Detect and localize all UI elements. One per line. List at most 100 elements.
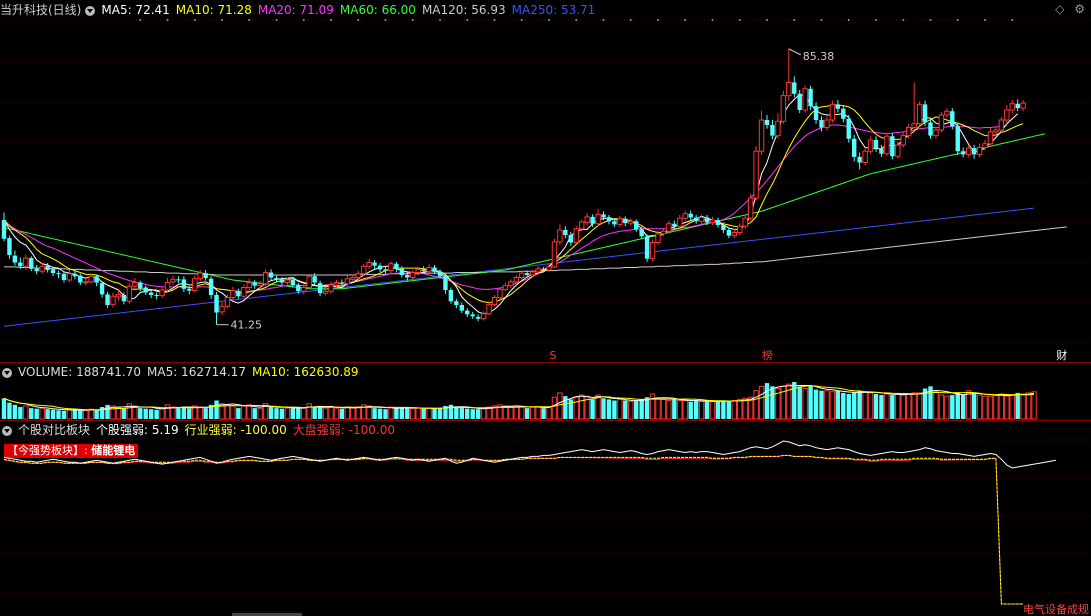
candle-body xyxy=(361,265,367,275)
volume-bar xyxy=(88,408,94,420)
candle-body xyxy=(262,272,269,285)
candle-body xyxy=(753,150,759,199)
candle-body xyxy=(944,110,950,116)
volume-bar xyxy=(797,386,802,419)
candle-body xyxy=(649,242,656,260)
candle-body xyxy=(306,275,312,288)
volume-bar xyxy=(965,390,972,420)
volume-bar xyxy=(993,394,999,420)
volume-bar xyxy=(214,400,219,419)
candle-body xyxy=(529,271,536,276)
volume-bar xyxy=(987,395,994,420)
candle-body xyxy=(170,278,176,283)
candle-body xyxy=(1015,103,1020,109)
volume-bar xyxy=(203,408,208,419)
candle-body xyxy=(1004,109,1010,121)
volume-bar xyxy=(900,394,906,420)
volume-bar xyxy=(819,390,824,419)
candle-body xyxy=(7,238,12,255)
volume-bar xyxy=(551,396,558,420)
volume-bar xyxy=(704,400,710,419)
candle-body xyxy=(154,295,159,296)
volume-bar xyxy=(339,408,345,419)
volume-bar xyxy=(290,408,296,419)
volume-bar xyxy=(257,408,263,420)
candle-body xyxy=(214,295,219,313)
volume-bar xyxy=(34,408,39,419)
ma-line-ma60_values xyxy=(3,133,1046,290)
volume-bar xyxy=(465,408,470,419)
candle-body xyxy=(132,282,138,287)
candle-body xyxy=(852,138,857,157)
volume-bar xyxy=(12,404,18,419)
candle-body xyxy=(987,131,994,145)
volume-bar xyxy=(502,405,509,420)
chart-canvas[interactable]: 85.38 41.25 S 榜 财 xyxy=(0,0,1091,616)
volume-bar xyxy=(742,397,748,420)
volume-bar xyxy=(224,404,231,420)
volume-bar xyxy=(432,408,437,419)
top-dot xyxy=(221,19,223,21)
candle-body xyxy=(715,220,721,225)
volume-bar xyxy=(890,395,895,419)
volume-bar xyxy=(601,398,606,419)
candle-body xyxy=(802,88,808,111)
strength-line xyxy=(3,454,1056,605)
volume-bar xyxy=(944,395,950,420)
candle-body xyxy=(698,217,705,222)
candle-body xyxy=(950,111,955,127)
candle-body xyxy=(143,287,148,293)
candle-body xyxy=(709,219,716,223)
event-marker: 榜 xyxy=(762,348,773,362)
candle-body xyxy=(998,119,1005,131)
candle-body xyxy=(829,103,836,121)
volume-bar xyxy=(29,408,34,419)
volume-bar xyxy=(1009,394,1015,420)
candle-body xyxy=(976,147,983,155)
candle-body xyxy=(971,148,977,155)
volume-bar xyxy=(333,407,340,420)
volume-bar xyxy=(612,400,617,419)
candle-body xyxy=(208,278,214,295)
top-dot xyxy=(548,19,550,21)
volume-bar xyxy=(181,406,187,419)
volume-bar xyxy=(268,407,274,419)
volume-bar xyxy=(982,395,988,420)
event-marker: 财 xyxy=(1056,348,1067,362)
volume-bar xyxy=(410,408,416,420)
candle-body xyxy=(780,95,787,122)
top-dot xyxy=(275,19,278,21)
candle-body xyxy=(568,235,573,243)
candle-body xyxy=(432,267,437,272)
volume-bar xyxy=(176,408,181,419)
volume-bar xyxy=(105,404,110,419)
candle-body xyxy=(660,230,667,235)
candle-body xyxy=(344,278,351,285)
candle-body xyxy=(252,282,257,286)
candle-body xyxy=(322,290,329,294)
volume-bar xyxy=(802,388,808,420)
volume-bar xyxy=(639,399,644,419)
candle-body xyxy=(224,297,231,307)
volume-bar xyxy=(895,393,901,420)
candle-body xyxy=(758,119,765,152)
candle-body xyxy=(105,294,110,305)
low-annotation: 41.25 xyxy=(231,319,262,332)
top-dot xyxy=(820,19,823,21)
candle-body xyxy=(405,275,410,278)
candle-body xyxy=(666,223,672,232)
top-dot xyxy=(956,19,959,21)
candle-body xyxy=(34,268,39,272)
volume-bar xyxy=(121,408,127,419)
candle-body xyxy=(634,221,639,230)
top-dot xyxy=(602,19,605,21)
volume-bar xyxy=(236,408,241,419)
strength-line xyxy=(3,440,1056,469)
candle-body xyxy=(563,230,568,235)
candle-body xyxy=(1,220,7,239)
candle-body xyxy=(862,150,868,163)
candle-body xyxy=(835,104,841,109)
volume-bar xyxy=(846,393,851,419)
candle-body xyxy=(138,282,143,289)
candle-body xyxy=(355,273,361,278)
